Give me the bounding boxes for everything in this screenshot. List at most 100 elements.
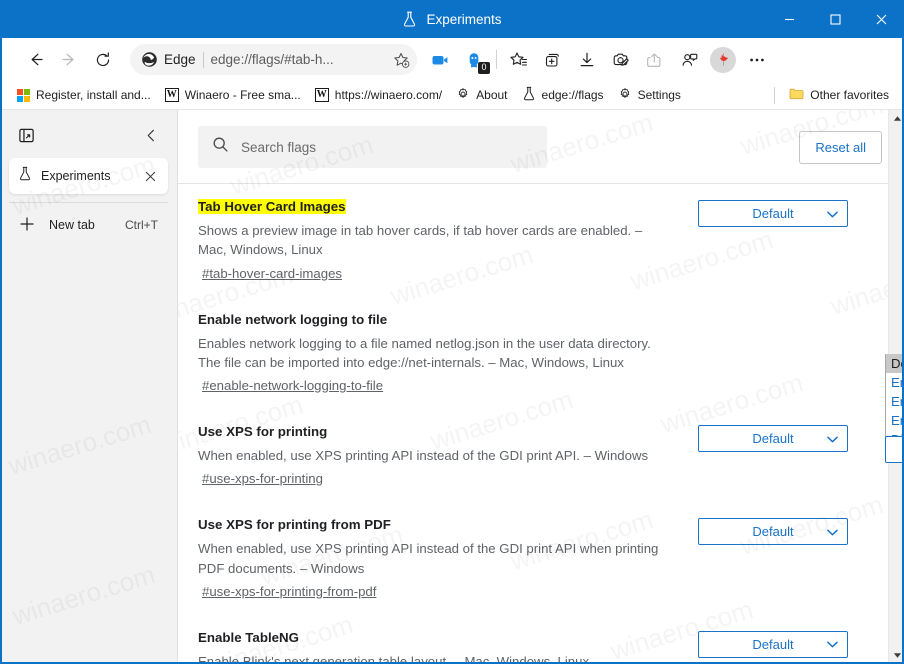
collections-video-icon[interactable]	[423, 44, 457, 76]
bookmarks-divider	[774, 86, 776, 104]
flag-select[interactable]: Default	[698, 200, 848, 227]
flag-description: When enabled, use XPS printing API inste…	[198, 448, 649, 464]
plus-icon	[19, 216, 35, 235]
bookmark-register-install[interactable]: Register, install and...	[10, 85, 158, 105]
share-icon[interactable]	[638, 44, 672, 76]
chevron-down-icon	[827, 524, 838, 539]
maximize-button[interactable]	[812, 0, 858, 38]
chevron-left-icon[interactable]	[137, 121, 165, 149]
bookmarks-bar: Register, install and... W Winaero - Fre…	[0, 81, 904, 110]
refresh-button[interactable]	[86, 44, 120, 76]
collections-icon[interactable]	[536, 44, 570, 76]
bookmark-about[interactable]: About	[449, 84, 514, 107]
flag-info: Tab Hover Card Images Shows a preview im…	[198, 198, 698, 283]
flag-control: Disabled	[698, 311, 848, 340]
flag-select[interactable]: Default	[698, 518, 848, 546]
window-controls	[766, 0, 904, 38]
flag-select-value: Default	[752, 524, 794, 540]
flag-anchor-link[interactable]: #use-xps-for-printing	[202, 471, 323, 486]
favorites-icon[interactable]	[502, 44, 536, 76]
toolbar-divider	[496, 50, 497, 69]
microsoft-logo-icon	[17, 88, 30, 102]
flag-anchor-link[interactable]: #enable-network-logging-to-file	[202, 378, 383, 393]
flags-header: Search flags Reset all	[178, 110, 904, 168]
edge-brand-label: Edge	[164, 52, 196, 67]
flag-title: Use XPS for printing from PDF	[198, 517, 391, 533]
window-title-group: Experiments	[402, 11, 502, 27]
flask-icon	[18, 166, 32, 186]
search-placeholder-text: Search flags	[241, 139, 317, 155]
flag-row: Use XPS for printing from PDF When enabl…	[178, 502, 904, 615]
reset-all-button[interactable]: Reset all	[799, 130, 882, 164]
vertical-tabs-pane: Experiments New tab Ctrl+T winaero.com w…	[0, 110, 178, 664]
bookmark-label: edge://flags	[541, 88, 604, 102]
flag-select-value: Default	[752, 431, 794, 447]
bookmark-edge-flags[interactable]: edge://flags	[515, 83, 611, 107]
address-separator	[202, 51, 204, 68]
toolbar-right-icons: 0	[423, 44, 774, 76]
flag-select[interactable]: Default	[698, 630, 848, 658]
close-button[interactable]	[858, 0, 904, 38]
address-url-text[interactable]: edge://flags/#tab-h...	[211, 52, 385, 67]
copilot-icon[interactable]	[672, 44, 706, 76]
flag-description: Shows a preview image in tab hover cards…	[198, 223, 643, 258]
chevron-down-icon	[827, 206, 838, 221]
add-favorite-icon[interactable]	[392, 51, 410, 69]
gear-icon	[456, 87, 470, 104]
address-bar[interactable]: Edge edge://flags/#tab-h...	[130, 44, 417, 75]
chevron-down-icon	[827, 431, 838, 446]
flask-icon	[522, 86, 536, 104]
flag-description: Enables network logging to a file named …	[198, 335, 651, 370]
vertical-tab-experiments[interactable]: Experiments	[9, 158, 168, 194]
watermark-text: winaero.com	[5, 409, 155, 482]
flag-info: Enable network logging to file Enables n…	[198, 311, 698, 396]
winaero-w-icon: W	[164, 88, 179, 102]
new-tab-shortcut: Ctrl+T	[125, 218, 158, 232]
downloads-icon[interactable]	[570, 44, 604, 76]
new-tab-button[interactable]: New tab Ctrl+T	[9, 209, 168, 241]
gear-icon	[618, 87, 632, 104]
flag-select-value: Default	[752, 206, 794, 221]
flag-select-value: Default	[752, 636, 794, 652]
pin-tabs-icon[interactable]	[12, 121, 40, 149]
edge-logo-icon	[142, 52, 157, 67]
other-favorites-label: Other favorites	[810, 88, 889, 102]
minimize-button[interactable]	[766, 0, 812, 38]
flag-anchor-link[interactable]: #tab-hover-card-images	[202, 266, 342, 281]
new-tab-label: New tab	[49, 218, 95, 232]
bookmark-settings[interactable]: Settings	[611, 84, 688, 107]
browser-window: Experiments Edge edge://flags/#tab-h... …	[0, 0, 904, 664]
flag-control: Default	[698, 516, 848, 546]
flag-info: Use XPS for printing When enabled, use X…	[198, 423, 698, 488]
browser-essentials-icon[interactable]: 0	[457, 44, 491, 76]
title-bar: Experiments	[0, 0, 904, 38]
tab-close-icon[interactable]	[141, 167, 159, 185]
vertical-tab-label: Experiments	[41, 169, 111, 183]
bookmark-label: Register, install and...	[36, 88, 151, 102]
search-input[interactable]: Search flags	[198, 126, 547, 168]
flag-select[interactable]: Default	[698, 425, 848, 453]
profile-avatar[interactable]	[710, 46, 736, 73]
chevron-down-icon	[827, 637, 838, 652]
flag-anchor-link[interactable]: #use-xps-for-printing-from-pdf	[202, 584, 376, 599]
bookmark-label: Winaero - Free sma...	[184, 88, 301, 102]
content-area: Experiments New tab Ctrl+T winaero.com w…	[0, 110, 904, 664]
flag-title: Use XPS for printing	[198, 424, 328, 440]
flag-info: Enable TableNG Enable Blink's next gener…	[198, 629, 698, 664]
flag-row: Use XPS for printing When enabled, use X…	[178, 409, 904, 502]
browser-toolbar: Edge edge://flags/#tab-h... 0	[0, 38, 904, 81]
web-capture-icon[interactable]	[604, 44, 638, 76]
bookmark-winaero-url[interactable]: W https://winaero.com/	[308, 85, 449, 105]
settings-and-more-icon[interactable]	[740, 44, 774, 76]
back-button[interactable]	[18, 44, 52, 76]
search-icon	[212, 136, 229, 158]
flag-control: Default	[698, 198, 848, 227]
winaero-w-icon: W	[314, 88, 329, 102]
flags-page: Search flags Reset all Tab Hover Card Im…	[178, 110, 904, 664]
bookmark-winaero-free[interactable]: W Winaero - Free sma...	[158, 85, 308, 105]
flag-title: Tab Hover Card Images	[198, 199, 346, 214]
essentials-badge-count: 0	[478, 61, 490, 74]
forward-button[interactable]	[52, 44, 86, 76]
flag-title: Enable TableNG	[198, 629, 299, 645]
other-favorites-button[interactable]: Other favorites	[782, 84, 896, 106]
